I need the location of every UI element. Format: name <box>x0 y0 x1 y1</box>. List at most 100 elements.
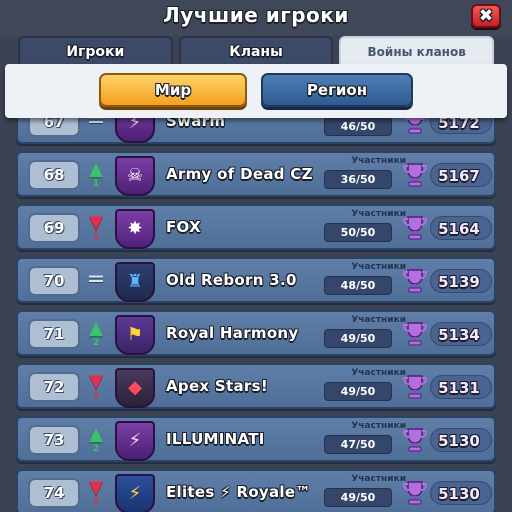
equal-icon: = <box>86 267 106 292</box>
rank-change-value: 2 <box>92 444 100 454</box>
arrow-up-icon: ▲ <box>89 318 103 339</box>
clan-badge-icon: ⚑ <box>115 315 155 355</box>
rank-value: 70 <box>43 272 65 290</box>
members-count-box: 36/50 <box>324 170 392 189</box>
arrow-up-icon: ▲ <box>89 159 103 180</box>
world-button[interactable]: Мир <box>99 73 247 107</box>
rank-change-value: 1 <box>92 391 100 401</box>
members-count-box: 48/50 <box>324 276 392 295</box>
members-count: 46/50 <box>340 120 376 133</box>
trophy-count: 5139 <box>438 273 480 291</box>
trophy-count: 5164 <box>438 220 480 238</box>
tab-clan-wars[interactable]: Войны кланов <box>339 36 495 66</box>
members-count-box: 47/50 <box>324 435 392 454</box>
members-count-box: 49/50 <box>324 382 392 401</box>
clan-row[interactable]: 74 ▼ 2 ⚡ Elites ⚡ Royale™ Участники 49/50 5130 <box>16 469 496 512</box>
members-count: 48/50 <box>340 279 376 292</box>
trophy-icon <box>400 372 430 402</box>
rank-change-indicator: ▲ 2 <box>84 320 108 350</box>
rank-box: 73 <box>28 425 80 455</box>
rank-change-value: 1 <box>92 232 100 242</box>
rank-value: 71 <box>43 325 65 343</box>
tab-clans[interactable]: Кланы <box>178 36 334 66</box>
rank-change-value: 2 <box>92 338 100 348</box>
clan-name: Old Reborn 3.0 <box>166 271 297 289</box>
rank-box: 69 <box>28 213 80 243</box>
clan-row[interactable]: 69 ▼ 1 ✸ FOX Участники 50/50 5164 <box>16 204 496 250</box>
header-bar: Лучшие игроки ✖ <box>0 0 512 36</box>
members-label: Участники <box>351 262 406 272</box>
clan-badge-icon: ♜ <box>115 262 155 302</box>
rank-box: 72 <box>28 372 80 402</box>
region-filter-panel: Мир Регион <box>5 64 507 118</box>
clan-name: Army of Dead CZ <box>166 165 313 183</box>
members-count: 50/50 <box>340 226 376 239</box>
rank-change-indicator: ▼ 1 <box>84 373 108 403</box>
region-label: Регион <box>306 81 368 99</box>
rank-value: 74 <box>43 484 65 502</box>
clan-row[interactable]: 73 ▲ 2 ⚡ ILLUMINATI Участники 47/50 5130 <box>16 416 496 462</box>
trophy-count: 5134 <box>438 326 480 344</box>
close-icon: ✖ <box>478 5 494 26</box>
clan-row[interactable]: 71 ▲ 2 ⚑ Royal Harmony Участники 49/50 5134 <box>16 310 496 356</box>
clan-badge-icon: ⚡ <box>115 474 155 512</box>
members-label: Участники <box>351 209 406 219</box>
rank-box: 70 <box>28 266 80 296</box>
clan-badge-icon: ☠ <box>115 156 155 196</box>
clan-name: Apex Stars! <box>166 377 268 395</box>
members-count-box: 50/50 <box>324 223 392 242</box>
trophy-icon <box>400 425 430 455</box>
trophy-count: 5167 <box>438 167 480 185</box>
clan-badge-icon: ⚡ <box>115 421 155 461</box>
rank-change-indicator: ▼ 2 <box>84 479 108 509</box>
trophy-icon <box>400 319 430 349</box>
rank-change-value: 1 <box>92 179 100 189</box>
arrow-down-icon: ▼ <box>89 477 103 498</box>
members-count: 36/50 <box>340 173 376 186</box>
rank-change-indicator: ▲ 2 <box>84 426 108 456</box>
members-count-box: 49/50 <box>324 329 392 348</box>
members-label: Участники <box>351 156 406 166</box>
members-label: Участники <box>351 315 406 325</box>
rank-value: 72 <box>43 378 65 396</box>
clan-row[interactable]: 72 ▼ 1 ◆ Apex Stars! Участники 49/50 5131 <box>16 363 496 409</box>
clan-name: ILLUMINATI <box>166 430 265 448</box>
rank-value: 69 <box>43 219 65 237</box>
trophy-icon <box>400 478 430 508</box>
flag-icon: ⚑ <box>126 324 144 345</box>
tab-players[interactable]: Игроки <box>18 36 173 66</box>
trophy-icon <box>400 266 430 296</box>
members-count: 49/50 <box>340 385 376 398</box>
rank-value: 68 <box>43 166 65 184</box>
bolt2-icon: ⚡ <box>128 483 142 504</box>
trophy-count: 5131 <box>438 379 480 397</box>
region-button[interactable]: Регион <box>261 73 413 107</box>
rank-value: 73 <box>43 431 65 449</box>
members-count: 47/50 <box>340 438 376 451</box>
trophy-icon <box>400 213 430 243</box>
gem-icon: ◆ <box>128 377 142 398</box>
bolt-icon: ⚡ <box>128 430 142 451</box>
members-label: Участники <box>351 474 406 484</box>
members-count-box: 49/50 <box>324 488 392 507</box>
page-title: Лучшие игроки <box>163 3 349 27</box>
tab-label: Войны кланов <box>367 45 466 59</box>
trophy-count: 5130 <box>438 485 480 503</box>
clan-name: FOX <box>166 218 201 236</box>
trophy-count: 5130 <box>438 432 480 450</box>
arrow-up-icon: ▲ <box>89 424 103 445</box>
arrow-down-icon: ▼ <box>89 371 103 392</box>
members-label: Участники <box>351 421 406 431</box>
clan-row[interactable]: 70 = ♜ Old Reborn 3.0 Участники 48/50 5139 <box>16 257 496 303</box>
members-count: 49/50 <box>340 491 376 504</box>
members-label: Участники <box>351 368 406 378</box>
clan-badge-icon: ◆ <box>115 368 155 408</box>
clan-row[interactable]: 68 ▲ 1 ☠ Army of Dead CZ Участники 36/50 5167 <box>16 151 496 197</box>
close-button[interactable]: ✖ <box>471 4 501 28</box>
members-count-box: 46/50 <box>324 117 392 136</box>
clan-name: Elites ⚡ Royale™ <box>166 483 311 501</box>
star-icon: ✸ <box>127 218 143 239</box>
arrow-down-icon: ▼ <box>89 212 103 233</box>
rank-change-value: 2 <box>92 497 100 507</box>
rank-box: 71 <box>28 319 80 349</box>
